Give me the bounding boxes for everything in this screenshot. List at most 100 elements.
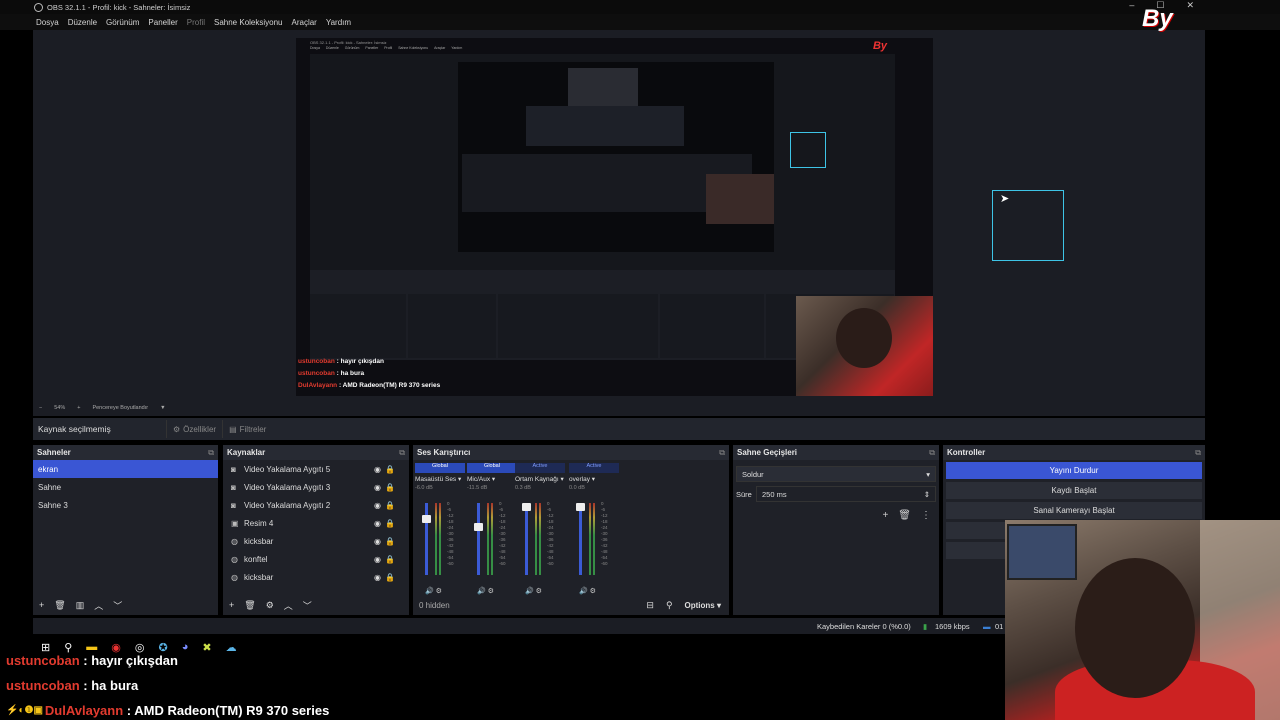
lock-icon[interactable]: 🔒 bbox=[385, 573, 395, 582]
channel-name[interactable]: Ortam Kaynağı ▾ bbox=[515, 475, 565, 483]
duration-spinbox[interactable]: 250 ms ⇕ bbox=[756, 486, 936, 502]
add-transition-icon[interactable]: + bbox=[882, 510, 888, 521]
menu-tools[interactable]: Araçlar bbox=[292, 18, 317, 27]
chat-line: ⚡◐❶▣ DulAvlayann : AMD Radeon(TM) R9 370… bbox=[6, 698, 606, 720]
visibility-eye-icon[interactable]: ◉ bbox=[374, 555, 381, 564]
mixer-title: Ses Karıştırıcı bbox=[417, 448, 471, 457]
fit-to-window[interactable]: Pencereye Boyutlandır bbox=[92, 405, 148, 411]
source-settings-icon[interactable]: ⚙ bbox=[266, 600, 274, 611]
scene-transitions-dock: Sahne Geçişleri ⧉ Soldur ▾ Süre 250 ms ⇕ +… bbox=[733, 445, 939, 615]
fader-knob[interactable] bbox=[576, 503, 585, 511]
source-item[interactable]: ▣ Resim 4 ◉ 🔒 bbox=[223, 514, 409, 532]
undock-icon[interactable]: ⧉ bbox=[208, 448, 214, 458]
chat-badges-icon: ⚡◐❶▣ bbox=[6, 705, 43, 716]
remove-transition-icon[interactable]: 🗑 bbox=[898, 510, 911, 521]
scene-filters-icon[interactable]: ▥ bbox=[76, 600, 85, 611]
layout-toggle-icon[interactable]: ⊟ bbox=[646, 600, 654, 611]
mute-speaker-icon[interactable]: 🔊 ⚙ bbox=[579, 587, 596, 595]
zoom-out-icon[interactable]: − bbox=[39, 405, 42, 411]
scenes-header: Sahneler ⧉ bbox=[33, 445, 218, 460]
lock-icon[interactable]: 🔒 bbox=[385, 483, 395, 492]
menu-help[interactable]: Yardım bbox=[326, 18, 351, 27]
undock-icon[interactable]: ⧉ bbox=[399, 448, 405, 458]
visibility-eye-icon[interactable]: ◉ bbox=[374, 501, 381, 510]
level-meter bbox=[539, 503, 541, 575]
mute-speaker-icon[interactable]: 🔊 ⚙ bbox=[525, 587, 542, 595]
chevron-down-icon[interactable]: ▼ bbox=[160, 405, 165, 411]
visibility-eye-icon[interactable]: ◉ bbox=[374, 465, 381, 474]
chat-message: : ha bura bbox=[79, 678, 139, 693]
channel-name[interactable]: Mic/Aux ▾ bbox=[467, 475, 517, 483]
undock-icon[interactable]: ⧉ bbox=[929, 448, 935, 458]
transition-select[interactable]: Soldur ▾ bbox=[736, 466, 936, 482]
volume-fader[interactable] bbox=[576, 503, 585, 575]
lock-icon[interactable]: 🔒 bbox=[385, 537, 395, 546]
scene-item[interactable]: Sahne bbox=[33, 478, 218, 496]
fader-knob[interactable] bbox=[522, 503, 531, 511]
visibility-eye-icon[interactable]: ◉ bbox=[374, 519, 381, 528]
start-recording-button[interactable]: Kaydı Başlat bbox=[946, 482, 1202, 499]
mute-speaker-icon[interactable]: 🔊 ⚙ bbox=[477, 587, 494, 595]
lock-icon[interactable]: 🔒 bbox=[385, 519, 395, 528]
scene-item[interactable]: ekran bbox=[33, 460, 218, 478]
menu-file[interactable]: Dosya bbox=[36, 18, 59, 27]
source-item[interactable]: ◙ Video Yakalama Aygıtı 2 ◉ 🔒 bbox=[223, 496, 409, 514]
properties-button[interactable]: ⚙ Özellikler bbox=[166, 420, 222, 438]
spin-arrows-icon[interactable]: ⇕ bbox=[924, 490, 930, 499]
remove-scene-icon[interactable]: 🗑 bbox=[54, 600, 65, 611]
volume-fader[interactable] bbox=[522, 503, 531, 575]
duration-label: Süre bbox=[736, 489, 752, 499]
start-virtual-camera-button[interactable]: Sanal Kamerayı Başlat bbox=[946, 502, 1202, 519]
more-options-icon[interactable]: ⋮ bbox=[921, 510, 931, 521]
lock-icon[interactable]: 🔒 bbox=[385, 465, 395, 474]
mute-speaker-icon[interactable]: 🔊 ⚙ bbox=[425, 587, 442, 595]
visibility-eye-icon[interactable]: ◉ bbox=[374, 537, 381, 546]
close-button[interactable]: ✕ bbox=[1186, 0, 1194, 11]
browser-icon: ◍ bbox=[231, 572, 238, 582]
source-item[interactable]: ◍ konftel ◉ 🔒 bbox=[223, 550, 409, 568]
channel-name[interactable]: overlay ▾ bbox=[569, 475, 619, 483]
minimize-button[interactable]: – bbox=[1129, 0, 1134, 11]
menu-profile[interactable]: Profil bbox=[187, 18, 205, 27]
remove-source-icon[interactable]: 🗑 bbox=[244, 600, 255, 611]
source-item[interactable]: ◙ Video Yakalama Aygıtı 3 ◉ 🔒 bbox=[223, 478, 409, 496]
lock-icon[interactable]: 🔒 bbox=[385, 501, 395, 510]
menu-edit[interactable]: Düzenle bbox=[68, 18, 97, 27]
move-up-icon[interactable]: ︿ bbox=[94, 599, 103, 612]
lock-icon[interactable]: 🔒 bbox=[385, 555, 395, 564]
options-button[interactable]: Options ▾ bbox=[685, 601, 721, 610]
link-icon[interactable]: ⚲ bbox=[666, 600, 673, 611]
visibility-eye-icon[interactable]: ◉ bbox=[374, 573, 381, 582]
filters-button[interactable]: ▤ Filtreler bbox=[222, 420, 272, 438]
source-item[interactable]: ◍ kicksbar ◉ 🔒 bbox=[223, 532, 409, 550]
add-scene-icon[interactable]: + bbox=[39, 600, 44, 610]
menu-docks[interactable]: Paneller bbox=[148, 18, 177, 27]
fader-knob[interactable] bbox=[474, 523, 483, 531]
nested-mixer-dock bbox=[498, 294, 658, 358]
undock-icon[interactable]: ⧉ bbox=[719, 448, 725, 458]
visibility-eye-icon[interactable]: ◉ bbox=[374, 483, 381, 492]
undock-icon[interactable]: ⧉ bbox=[1195, 448, 1201, 458]
move-up-icon[interactable]: ︿ bbox=[284, 599, 293, 612]
volume-fader[interactable] bbox=[474, 503, 483, 575]
chat-message: : AMD Radeon(TM) R9 370 series bbox=[123, 703, 330, 718]
channel-logo: By bbox=[1142, 5, 1173, 32]
sources-footer: + 🗑 ⚙ ︿ ﹀ bbox=[223, 595, 409, 615]
move-down-icon[interactable]: ﹀ bbox=[113, 599, 122, 612]
menu-scene-collection[interactable]: Sahne Koleksiyonu bbox=[214, 18, 283, 27]
menu-view[interactable]: Görünüm bbox=[106, 18, 139, 27]
volume-fader[interactable] bbox=[422, 503, 431, 575]
stop-streaming-button[interactable]: Yayını Durdur bbox=[946, 462, 1202, 479]
channel-name[interactable]: Masaüstü Ses ▾ bbox=[415, 475, 465, 483]
gear-icon: ⚙ bbox=[173, 424, 181, 434]
scene-item[interactable]: Sahne 3 bbox=[33, 496, 218, 514]
fader-knob[interactable] bbox=[422, 515, 431, 523]
browser-icon: ◍ bbox=[231, 536, 238, 546]
source-item[interactable]: ◙ Video Yakalama Aygıtı 5 ◉ 🔒 bbox=[223, 460, 409, 478]
add-source-icon[interactable]: + bbox=[229, 600, 234, 610]
zoom-in-icon[interactable]: + bbox=[77, 405, 80, 411]
scenes-dock: Sahneler ⧉ ekran Sahne Sahne 3 + 🗑 ▥ ︿ ﹀ bbox=[33, 445, 218, 615]
source-item[interactable]: ◍ kicksbar ◉ 🔒 bbox=[223, 568, 409, 586]
mixer-channel: Global Mic/Aux ▾ -11.5 dB 0 -6 -12 -18 -24 -3… bbox=[467, 463, 517, 595]
move-down-icon[interactable]: ﹀ bbox=[303, 599, 312, 612]
